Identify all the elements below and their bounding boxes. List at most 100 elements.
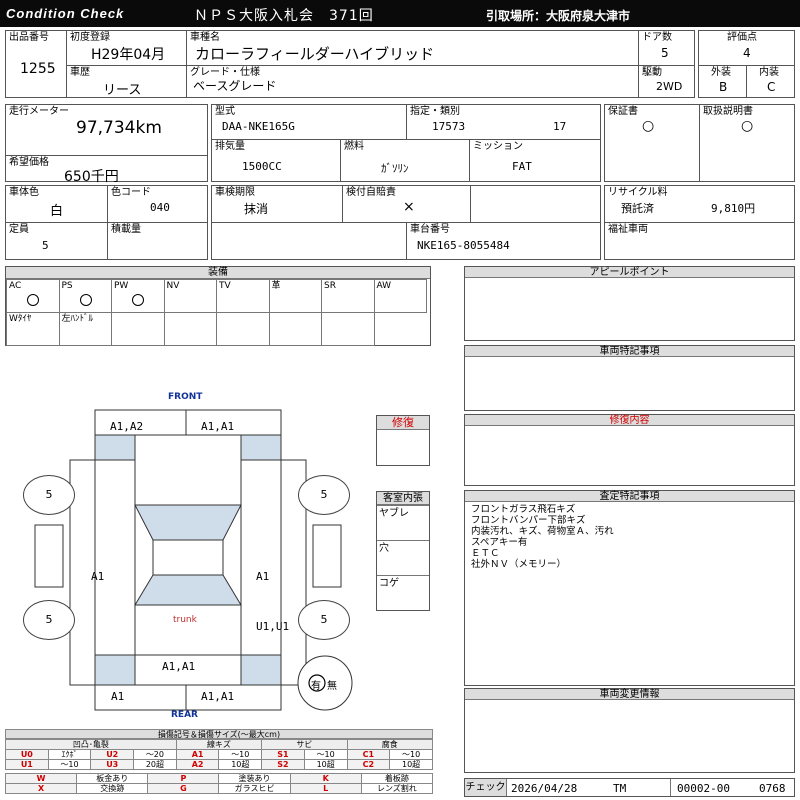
- repair-content-title: 修復内容: [465, 415, 794, 426]
- windshield: [134, 504, 242, 541]
- legend-table-2: W 板金あり P 塗装あり K 着板跡 X 交換跡 G ガラスヒビ L レンズ割れ: [4, 773, 434, 794]
- legend-cell: ｴｸﾎﾞ: [47, 749, 92, 760]
- legend-cell: ～10: [218, 749, 263, 760]
- recycle-label: リサイクル料: [608, 187, 668, 198]
- model-code-cell: 型式 DAA-NKE165G: [211, 104, 407, 140]
- exterior-value: B: [719, 80, 728, 94]
- headlight-left: [94, 434, 136, 461]
- taillight-left: [94, 654, 136, 686]
- color-cell: 車体色 白: [5, 185, 108, 223]
- model-name-cell: 車種名 カローラフィールダーハイブリッド: [186, 30, 639, 66]
- grade-value: ベースグレード: [193, 79, 277, 93]
- color-code-label: 色コード: [111, 187, 151, 198]
- equipment-label: TV: [219, 281, 231, 291]
- interior-value: C: [767, 80, 776, 94]
- damage-rear-center: A1,A1: [162, 660, 196, 673]
- equipment-check-mark: [132, 294, 144, 306]
- fuel-value: ｶﾞｿﾘﾝ: [381, 162, 409, 175]
- legend-cell: ～10: [303, 749, 348, 760]
- color-label: 車体色: [9, 187, 39, 198]
- score-cell: 評価点 4: [698, 30, 795, 66]
- inspection-notes-list: フロントガラス飛石キズ フロントバンパー下部キズ 内装汚れ、キズ、荷物室Ａ、汚れ スペ…: [471, 504, 614, 570]
- legend-cell: 交換跡: [76, 783, 149, 794]
- pickup-location: 引取場所：大阪府泉大津市: [486, 9, 631, 23]
- first-reg-label: 初度登録: [70, 32, 110, 43]
- taillight-right: [240, 654, 282, 686]
- inspection-notes-panel: 査定特記事項 フロントガラス飛石キズ フロントバンパー下部キズ 内装汚れ、キズ、荷物…: [464, 490, 795, 686]
- repair-box: 修復: [376, 415, 430, 466]
- history-label: 車歴: [70, 67, 90, 78]
- equipment-cell-0: AC: [6, 279, 60, 313]
- cabin-item-tear: ヤブレ: [379, 508, 409, 519]
- equipment-label: AC: [9, 281, 22, 291]
- capacity-label: 定員: [9, 224, 29, 235]
- auction-title: ＮＰＳ大阪入札会 371回: [194, 8, 374, 24]
- damage-rear-right-door: U1,U1: [256, 620, 290, 633]
- legend-cell: C1: [346, 749, 391, 760]
- exterior-label: 外装: [711, 67, 731, 78]
- changes-panel: 車両変更情報: [464, 688, 795, 773]
- check-label: チェック: [465, 779, 507, 796]
- chassis-label: 車台番号: [410, 224, 450, 235]
- legend-cell: 10超: [218, 759, 263, 770]
- mission-label: ミッション: [473, 141, 523, 152]
- price-label: 希望価格: [9, 157, 49, 168]
- equipment-cell-7: AW: [373, 279, 427, 313]
- changes-title: 車両変更情報: [465, 689, 794, 700]
- chassis-cell: 車台番号 NKE165-8055484: [406, 222, 601, 260]
- welfare-cell: 福祉車両: [604, 222, 795, 260]
- drive-value: 2WD: [656, 80, 683, 93]
- legend-cell: ～20: [133, 749, 177, 760]
- warranty-value: ○: [642, 118, 655, 134]
- header-bar: Condition Check ＮＰＳ大阪入札会 371回 引取場所：大阪府泉大…: [0, 0, 800, 27]
- legend-group-header: 線キズ: [175, 739, 263, 750]
- damage-left-side: A1: [91, 570, 105, 583]
- legend-cell: G: [147, 783, 220, 794]
- welfare-label: 福祉車両: [608, 224, 648, 235]
- appeal-panel: アピールポイント: [464, 266, 795, 341]
- cabin-title: 客室内張: [377, 492, 429, 505]
- displacement-label: 排気量: [215, 141, 245, 152]
- warranty-label: 保証書: [608, 106, 638, 117]
- legend-cell: ～10: [47, 759, 92, 770]
- warranty-cell: 保証書 ○: [604, 104, 700, 182]
- cabin-box: 客室内張 ヤブレ 穴 コゲ: [376, 491, 430, 611]
- price-value: 650千円: [64, 169, 119, 185]
- legend-cell: ～10: [389, 749, 433, 760]
- cert-label: 指定・類別: [410, 106, 460, 117]
- left-mirror: [34, 524, 64, 588]
- tire-rear-right: 5: [298, 600, 350, 640]
- repair-box-title: 修復: [377, 416, 429, 430]
- rear-window: [134, 574, 242, 606]
- inspection-expiry-cell: 車検期限 抹消: [211, 185, 343, 223]
- legend-group-header: サビ: [261, 739, 348, 750]
- manual-value: ○: [741, 118, 754, 134]
- legend-cell: P: [147, 773, 220, 784]
- history-cell: 車歴 リース: [66, 65, 187, 98]
- cert-value: 17573: [432, 120, 466, 133]
- lot-number: 1255: [20, 61, 56, 77]
- recycle-status: 預託済: [621, 202, 654, 215]
- equipment-cell-1: PS: [58, 279, 112, 313]
- legend-cell: U0: [5, 749, 49, 760]
- equipment-cell-2: PW: [111, 279, 165, 313]
- equipment-cell-row2-4: [216, 312, 270, 346]
- chassis-value: NKE165-8055484: [417, 239, 510, 252]
- equipment-cell-row2-5: [268, 312, 322, 346]
- front-label: FRONT: [168, 392, 203, 402]
- model-code-label: 型式: [215, 106, 235, 117]
- model-code-value: DAA-NKE165G: [222, 120, 295, 133]
- model-name-label: 車種名: [190, 32, 220, 43]
- equipment-cell-row2-1: 左ﾊﾝﾄﾞﾙ: [58, 312, 112, 346]
- equipment-label: AW: [376, 281, 392, 291]
- load-label: 積載量: [111, 224, 141, 235]
- legend-cell: レンズ割れ: [360, 783, 434, 794]
- displacement-value: 1500CC: [242, 160, 282, 173]
- legend-cell: S1: [261, 749, 305, 760]
- legend-cell: X: [4, 783, 78, 794]
- mileage-label: 走行メーター: [9, 106, 69, 117]
- legend-group-header: 腐食: [346, 739, 433, 750]
- legend-cell: W: [4, 773, 78, 784]
- spare-no: 無: [327, 681, 337, 692]
- brand-title: Condition Check: [6, 6, 125, 21]
